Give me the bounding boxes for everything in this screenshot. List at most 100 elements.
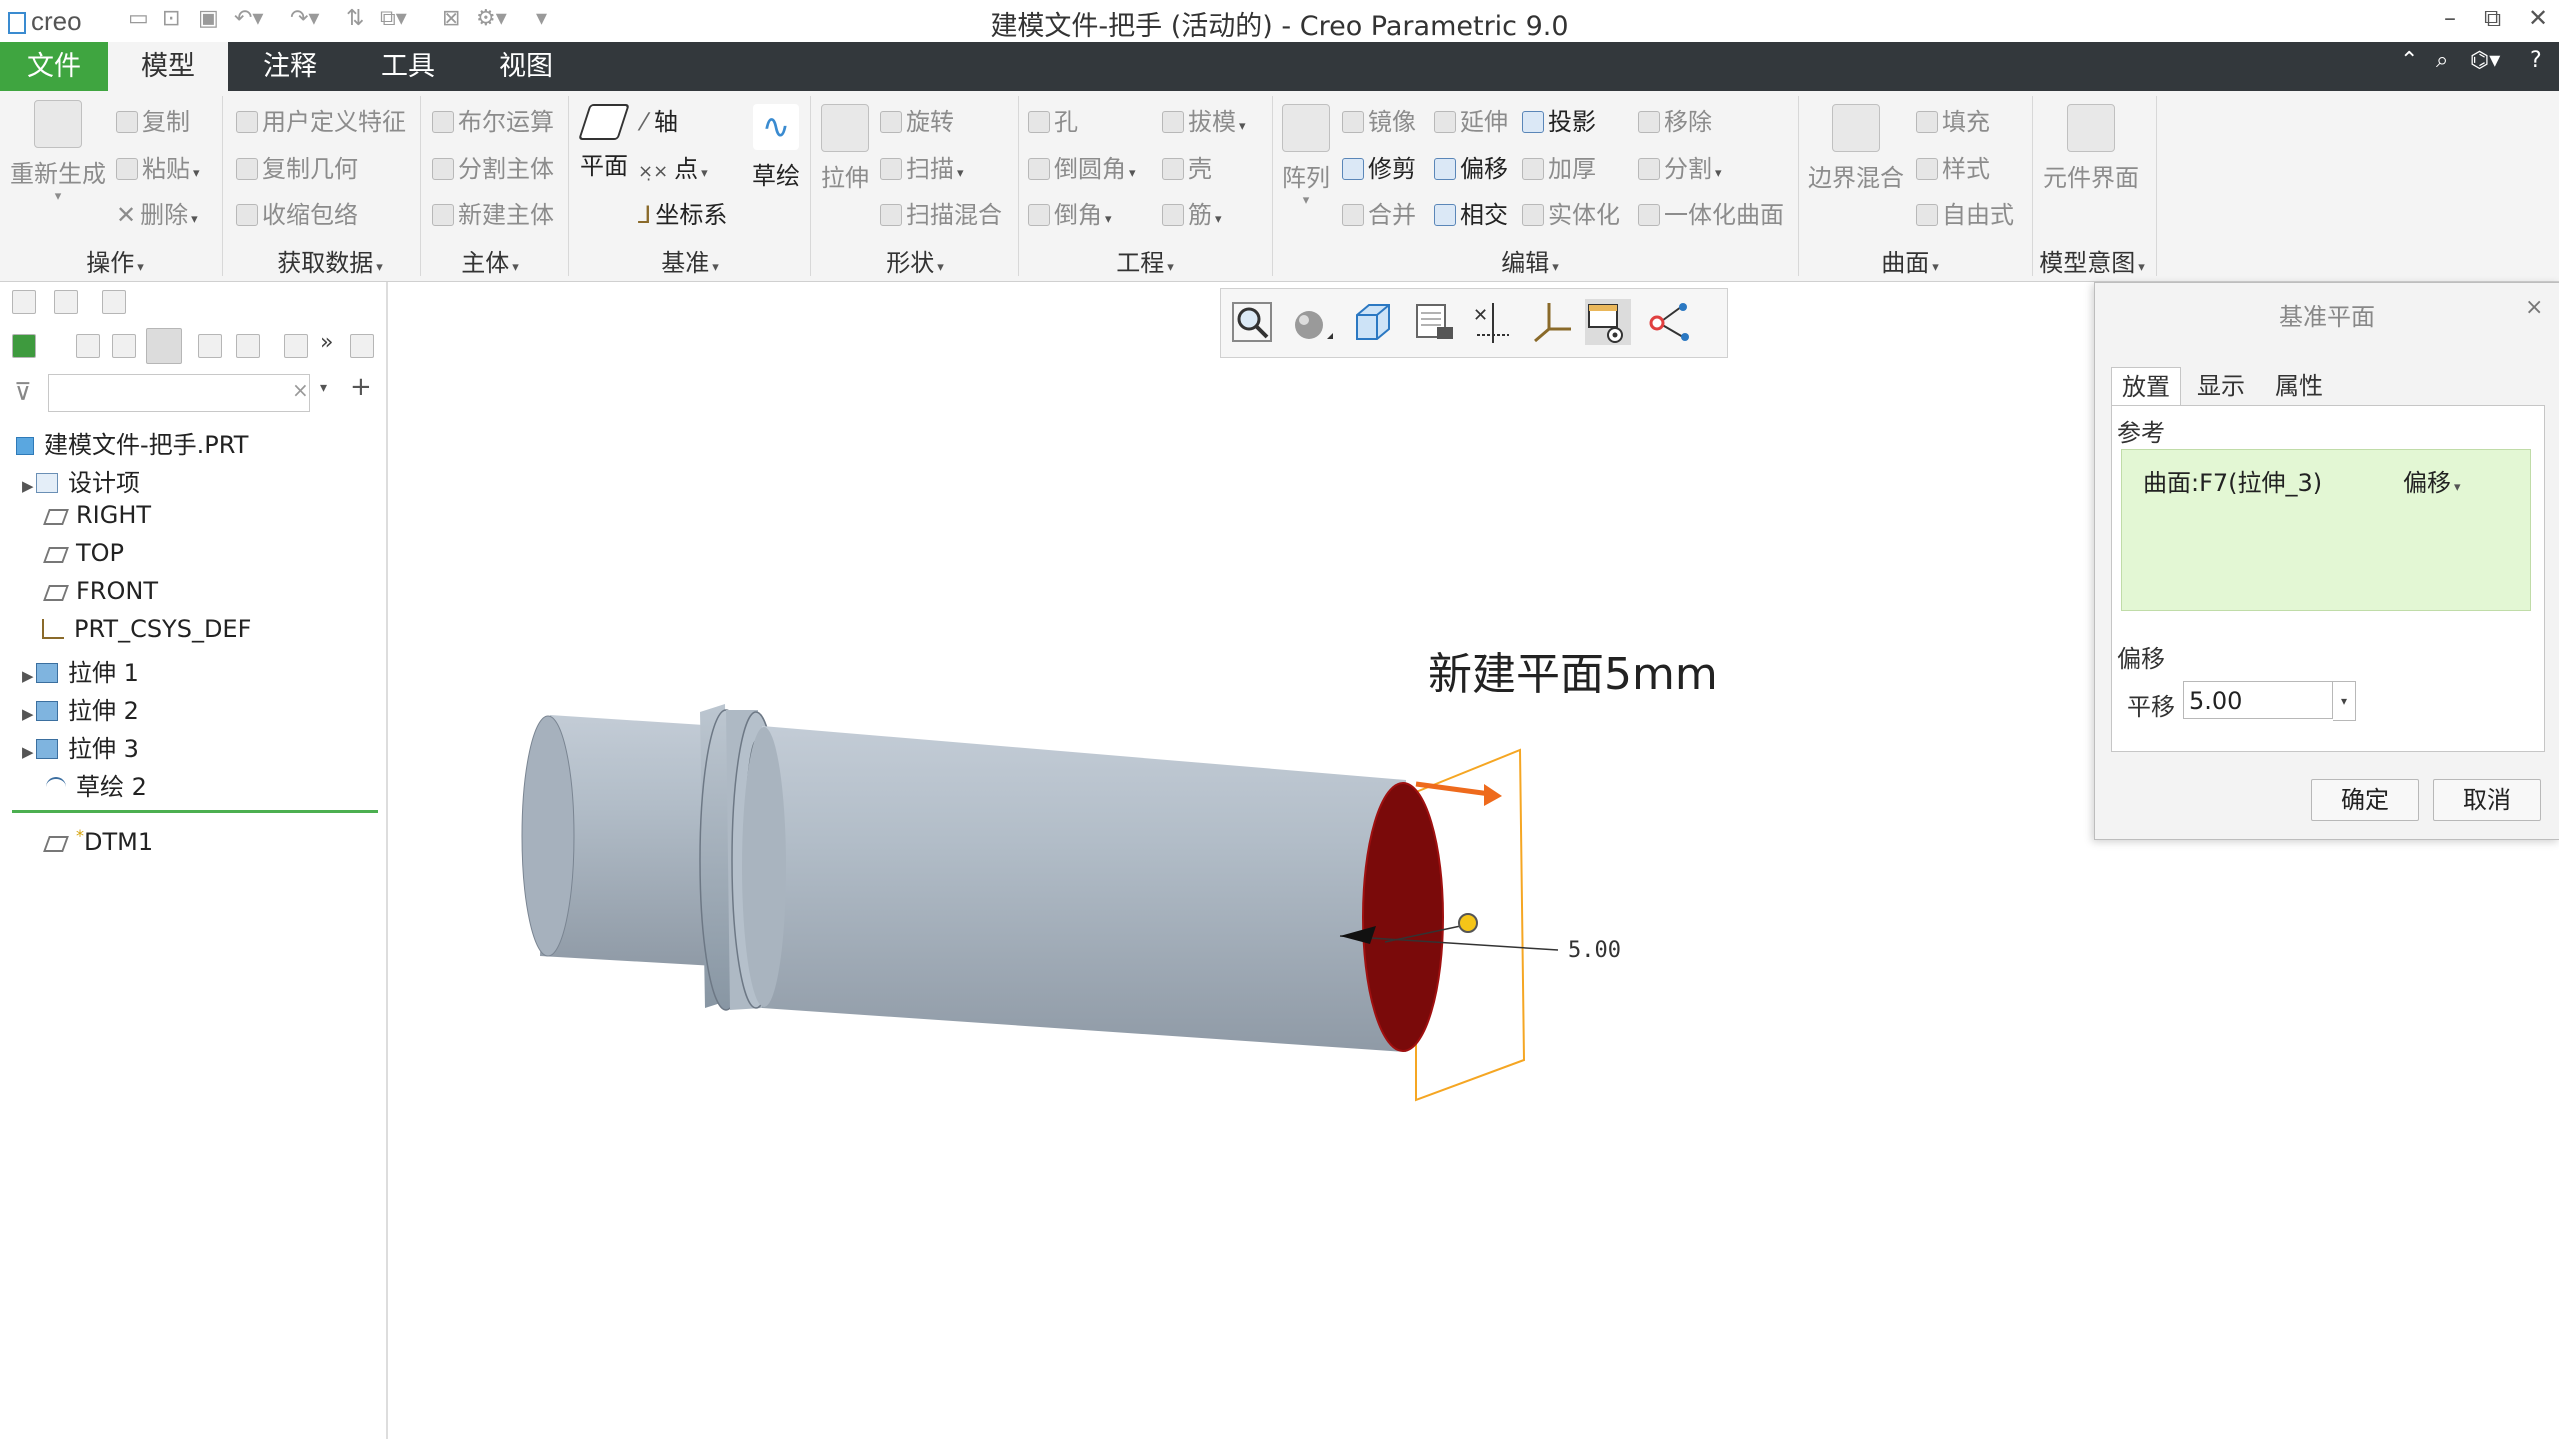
show-details-icon[interactable] (284, 334, 308, 358)
split-button[interactable]: 分割 ▾ (1638, 149, 1722, 184)
regenerate-button[interactable]: 重新生成 ▾ (6, 100, 110, 204)
tab-annotate[interactable]: 注释 (240, 42, 340, 91)
group-label-surfaces[interactable]: 曲面 ▾ (1860, 243, 1960, 278)
constraint-type-dropdown[interactable]: 偏移 ▾ (2403, 463, 2461, 498)
saved-views-icon[interactable] (1349, 299, 1395, 345)
tab-tools[interactable]: 工具 (358, 42, 458, 91)
sketch-button[interactable]: ∿ 草绘 (746, 104, 806, 191)
close-icon[interactable]: × (2525, 295, 2543, 320)
cancel-button[interactable]: 取消 (2433, 779, 2541, 821)
unify-surface-button[interactable]: 一体化曲面 (1638, 195, 1784, 230)
refit-icon[interactable] (1229, 299, 1275, 345)
sweep-button[interactable]: 扫描 ▾ (880, 149, 964, 184)
project-button[interactable]: 投影 (1522, 102, 1596, 137)
tree-search-input[interactable] (48, 374, 310, 412)
folder-browser-tab-icon[interactable] (54, 290, 78, 314)
remove-button[interactable]: 移除 (1638, 102, 1712, 137)
udf-button[interactable]: 用户定义特征 (236, 102, 406, 137)
tree-item-extrude-3[interactable]: ▶ 拉伸 3 (22, 729, 139, 763)
shrinkwrap-button[interactable]: 收缩包络 (236, 195, 358, 230)
swept-blend-button[interactable]: 扫描混合 (880, 195, 1002, 230)
group-label-model-intent[interactable]: 模型意图 ▾ (2030, 243, 2154, 278)
command-search-icon[interactable]: ⌬▾ (2470, 48, 2500, 73)
revolve-button[interactable]: 旋转 (880, 102, 954, 137)
tab-file[interactable]: 文件 (0, 42, 108, 91)
model-viewport[interactable]: 5.00 (390, 360, 2090, 1430)
insert-here-marker[interactable] (12, 810, 378, 813)
tree-item-right[interactable]: RIGHT (43, 501, 151, 535)
view-manager-icon[interactable] (1411, 299, 1457, 345)
show-icon[interactable] (12, 334, 36, 358)
split-body-button[interactable]: 分割主体 (432, 149, 554, 184)
shell-button[interactable]: 壳 (1162, 149, 1212, 184)
tab-model[interactable]: 模型 (108, 42, 228, 91)
tab-properties[interactable]: 属性 (2265, 367, 2333, 405)
copy-button[interactable]: 复制 (116, 102, 190, 137)
tree-item-dtm1[interactable]: *DTM1 (43, 826, 153, 860)
minimize-icon[interactable]: – (2444, 4, 2456, 32)
tree-settings-icon[interactable] (236, 334, 260, 358)
group-label-datum[interactable]: 基准 ▾ (620, 243, 760, 278)
collapse-ribbon-icon[interactable]: ⌃ (2400, 48, 2418, 73)
tab-view[interactable]: 视图 (476, 42, 576, 91)
clear-search-icon[interactable]: × (292, 378, 309, 402)
freestyle-button[interactable]: 自由式 (1916, 195, 2014, 230)
axis-button[interactable]: ⁄ 轴 (642, 102, 678, 137)
extrude-button[interactable]: 拉伸 (814, 104, 876, 193)
draft-button[interactable]: 拔模 ▾ (1162, 102, 1246, 137)
drag-handle[interactable] (1458, 913, 1478, 933)
offset-button[interactable]: 偏移 (1434, 149, 1508, 184)
chevron-down-icon[interactable]: ▾ (2333, 681, 2356, 721)
reference-item[interactable]: 曲面:F7(拉伸_3) (2143, 463, 2322, 498)
trim-button[interactable]: 修剪 (1342, 149, 1416, 184)
intersect-button[interactable]: 相交 (1434, 195, 1508, 230)
expand-icon[interactable]: ▶ (22, 705, 36, 723)
boolean-button[interactable]: 布尔运算 (432, 102, 554, 137)
group-label-get-data[interactable]: 获取数据 ▾ (240, 243, 420, 278)
group-label-shapes[interactable]: 形状 ▾ (860, 243, 970, 278)
add-filter-icon[interactable]: + (350, 372, 372, 402)
tab-display[interactable]: 显示 (2187, 367, 2255, 405)
chamfer-button[interactable]: 倒角 ▾ (1028, 195, 1112, 230)
translation-input[interactable]: 5.00 (2183, 681, 2333, 719)
group-label-engineering[interactable]: 工程 ▾ (1090, 243, 1200, 278)
selected-end-surface[interactable] (1362, 782, 1444, 1052)
tree-item-extrude-2[interactable]: ▶ 拉伸 2 (22, 691, 139, 725)
expand-all-icon[interactable] (76, 334, 100, 358)
handle-main-body[interactable] (742, 726, 1406, 1052)
extend-button[interactable]: 延伸 (1434, 102, 1508, 137)
fill-button[interactable]: 填充 (1916, 102, 1990, 137)
search-icon[interactable]: ⌕ (2436, 48, 2448, 73)
component-interface-button[interactable]: 元件界面 (2036, 104, 2146, 193)
spin-center-icon[interactable] (1645, 299, 1691, 345)
csys-button[interactable]: ⅃ 坐标系 (638, 195, 727, 230)
boundary-blend-button[interactable]: 边界混合 (1804, 104, 1908, 193)
group-label-operations[interactable]: 操作 ▾ (40, 243, 190, 278)
tab-placement[interactable]: 放置 (2111, 367, 2181, 406)
search-options-icon[interactable]: ▾ (320, 380, 327, 396)
tree-item-top[interactable]: TOP (43, 539, 124, 573)
tree-root[interactable]: 建模文件-把手.PRT (16, 425, 248, 459)
expand-icon[interactable]: ▶ (22, 477, 36, 495)
annotation-display-icon[interactable] (1585, 299, 1631, 345)
tree-item-csys[interactable]: PRT_CSYS_DEF (42, 615, 251, 649)
tree-item-sketch-2[interactable]: 草绘 2 (46, 767, 147, 801)
point-button[interactable]: ×̣× 点 ▾ (638, 149, 708, 184)
delete-button[interactable]: ✕ 删除 ▾ (116, 195, 198, 230)
round-button[interactable]: 倒圆角 ▾ (1028, 149, 1136, 184)
pattern-button[interactable]: 阵列 ▾ (1278, 104, 1334, 208)
hole-button[interactable]: 孔 (1028, 102, 1078, 137)
plane-button[interactable]: 平面 (574, 104, 634, 181)
merge-button[interactable]: 合并 (1342, 195, 1416, 230)
solidify-button[interactable]: 实体化 (1522, 195, 1620, 230)
close-icon[interactable]: ✕ (2528, 4, 2548, 32)
datum-display-icon[interactable]: ✕ (1469, 299, 1515, 345)
csys-display-icon[interactable] (1529, 299, 1575, 345)
rib-button[interactable]: 筋 ▾ (1162, 195, 1222, 230)
mirror-button[interactable]: 镜像 (1342, 102, 1416, 137)
thicken-button[interactable]: 加厚 (1522, 149, 1596, 184)
layer-tree-icon[interactable] (350, 334, 374, 358)
dimension-value[interactable]: 5.00 (1568, 938, 1621, 963)
collapse-all-icon[interactable] (112, 334, 136, 358)
tree-item-design-items[interactable]: ▶ 设计项 (22, 463, 140, 497)
